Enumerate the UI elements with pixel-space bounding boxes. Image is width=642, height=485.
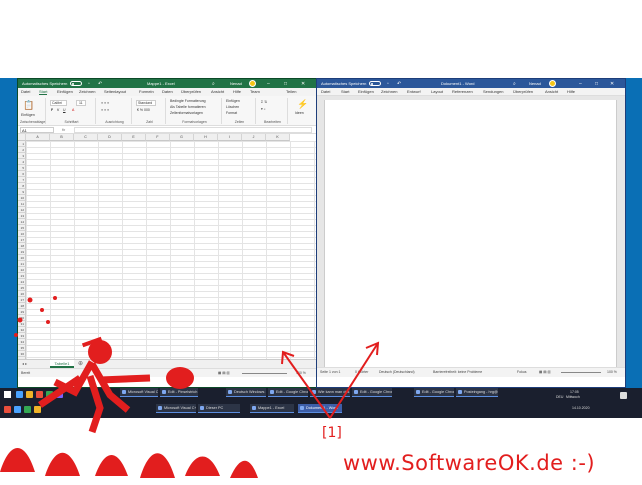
- mascot-figure: [14, 296, 194, 434]
- annotation-overlay: [0, 296, 380, 478]
- arrow-to-excel: [282, 351, 331, 419]
- arrow-to-word: [329, 342, 379, 419]
- annotation-label: [1]: [322, 425, 342, 441]
- bucket-icon: [166, 367, 194, 389]
- tulip-border: [0, 448, 258, 478]
- brand-watermark: www.SoftwareOK.de :-): [343, 451, 596, 475]
- tulips: [0, 448, 258, 478]
- mascot-limbs: [38, 360, 151, 434]
- drip: [14, 333, 18, 337]
- annotation-arrows: [281, 341, 380, 419]
- drip: [40, 308, 44, 312]
- drip: [53, 296, 57, 300]
- drip: [27, 297, 33, 303]
- drip: [46, 320, 50, 324]
- drip: [17, 317, 23, 323]
